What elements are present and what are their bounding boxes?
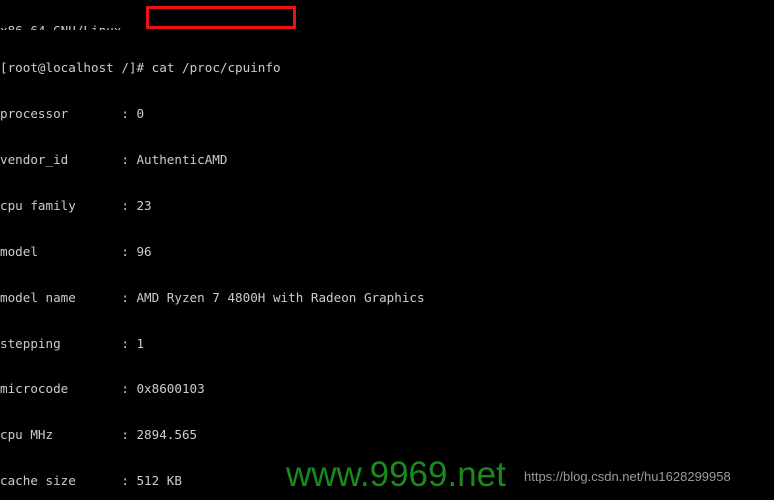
terminal-output[interactable]: x86_64 GNU/Linux [root@localhost /]# cat… bbox=[0, 0, 774, 500]
output-line: processor : 0 bbox=[0, 106, 145, 122]
output-line: model name : AMD Ryzen 7 4800H with Rade… bbox=[0, 289, 425, 305]
output-line: microcode : 0x8600103 bbox=[0, 381, 205, 397]
prompt-line: [root@localhost /]# cat /proc/cpuinfo bbox=[0, 60, 774, 75]
output-line: model : 96 bbox=[0, 243, 152, 259]
output-line: cpu MHz : 2894.565 bbox=[0, 427, 198, 443]
scrollback-partial-line: x86_64 GNU/Linux bbox=[0, 23, 774, 30]
output-line: cache size : 512 KB bbox=[0, 473, 182, 489]
output-line: stepping : 1 bbox=[0, 335, 145, 351]
shell-prompt: [root@localhost /]# bbox=[0, 60, 152, 76]
output-line: cpu family : 23 bbox=[0, 197, 152, 213]
typed-command: cat /proc/cpuinfo bbox=[151, 60, 281, 76]
output-line: vendor_id : AuthenticAMD bbox=[0, 151, 228, 167]
